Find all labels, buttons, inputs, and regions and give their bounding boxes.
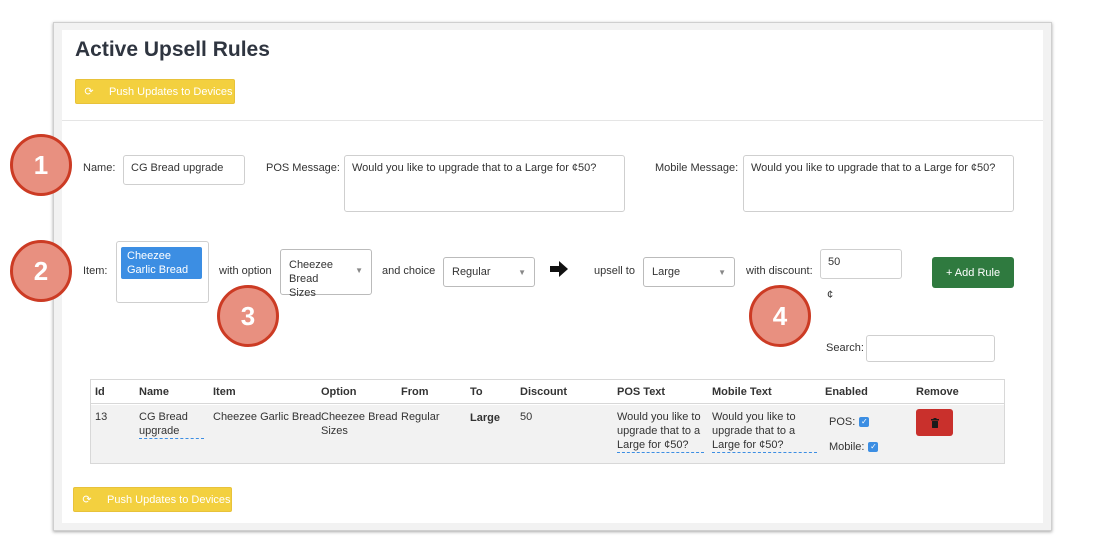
cell-pos-text-editable[interactable]: Would you like to upgrade that to a Larg… xyxy=(617,410,704,453)
cell-mobile-text-editable[interactable]: Would you like to upgrade that to a Larg… xyxy=(712,410,817,453)
col-id-header: Id xyxy=(95,386,105,398)
cell-pos-text-line1: Would you like to xyxy=(617,411,701,423)
callout-2: 2 xyxy=(10,240,72,302)
cell-option: Cheezee Bread Sizes xyxy=(321,410,397,438)
cell-item: Cheezee Garlic Bread xyxy=(213,411,322,423)
push-updates-label: Push Updates to Devices xyxy=(109,85,233,98)
push-updates-button-top[interactable]: ⟳ Push Updates to Devices xyxy=(75,79,235,104)
cell-id: 13 xyxy=(95,411,108,423)
cell-name-editable[interactable]: CG Bread upgrade xyxy=(139,410,204,439)
arrow-right-icon xyxy=(550,261,568,282)
col-discount-header: Discount xyxy=(520,386,568,398)
col-item-header: Item xyxy=(213,386,236,398)
with-option-label: with option xyxy=(219,265,272,277)
chevron-down-icon: ▼ xyxy=(355,266,363,275)
and-choice-label: and choice xyxy=(382,265,436,277)
discount-input[interactable]: 50 xyxy=(820,249,902,279)
mobile-message-label: Mobile Message: xyxy=(655,162,739,174)
col-remove-header: Remove xyxy=(916,386,959,398)
name-input[interactable]: CG Bread upgrade xyxy=(123,155,245,185)
discount-unit: ¢ xyxy=(827,289,834,301)
search-input[interactable] xyxy=(866,335,995,362)
item-chip-line2: Garlic Bread xyxy=(127,264,189,276)
search-label: Search: xyxy=(826,342,864,354)
mobile-message-textarea[interactable]: Would you like to upgrade that to a Larg… xyxy=(743,155,1014,212)
with-discount-label: with discount: xyxy=(746,265,813,277)
enabled-pos: POS: ✓ xyxy=(829,415,870,429)
cell-pos-text-line3: Large for ¢50? xyxy=(617,439,689,451)
col-option-header: Option xyxy=(321,386,357,398)
cell-to: Large xyxy=(470,412,500,424)
option-line1: Cheezee Bread xyxy=(289,259,334,285)
item-label: Item: xyxy=(83,265,108,277)
cell-from: Regular xyxy=(401,411,440,423)
cell-mobile-text-line3: Large for ¢50? xyxy=(712,439,784,451)
col-mobile-text-header: Mobile Text xyxy=(712,386,772,398)
upsell-to-label: upsell to xyxy=(594,265,635,277)
enabled-mobile: Mobile: ✓ xyxy=(829,440,879,454)
option-select-value: Cheezee Bread Sizes xyxy=(289,258,355,300)
refresh-icon: ⟳ xyxy=(84,86,94,98)
cell-name-line2: upgrade xyxy=(139,424,204,439)
option-line2: Sizes xyxy=(289,287,316,299)
chevron-down-icon: ▼ xyxy=(718,267,726,277)
pos-message-label: POS Message: xyxy=(266,162,340,174)
callout-3: 3 xyxy=(217,285,279,347)
push-updates-button-bottom[interactable]: ⟳ Push Updates to Devices xyxy=(73,487,232,512)
choice-select[interactable]: Regular ▼ xyxy=(443,257,535,287)
page-title: Active Upsell Rules xyxy=(75,38,270,61)
upsell-select[interactable]: Large ▼ xyxy=(643,257,735,287)
option-select[interactable]: Cheezee Bread Sizes ▼ xyxy=(280,249,372,299)
name-label: Name: xyxy=(83,162,116,174)
chevron-down-icon: ▼ xyxy=(518,267,526,277)
upsell-select-value: Large xyxy=(652,266,681,278)
divider xyxy=(62,120,1043,121)
cell-mobile-text-line1: Would you like to xyxy=(712,411,796,423)
cell-discount: 50 xyxy=(520,411,533,423)
item-multiselect[interactable]: Cheezee Garlic Bread xyxy=(116,241,209,303)
refresh-icon: ⟳ xyxy=(82,494,92,506)
add-rule-button[interactable]: + Add Rule xyxy=(932,257,1014,288)
enabled-mobile-label: Mobile: xyxy=(829,441,865,453)
col-pos-text-header: POS Text xyxy=(617,386,666,398)
enabled-pos-label: POS: xyxy=(829,416,856,428)
mobile-checkbox[interactable]: ✓ xyxy=(868,442,879,453)
choice-select-value: Regular xyxy=(452,266,491,278)
callout-1: 1 xyxy=(10,134,72,196)
pos-message-textarea[interactable]: Would you like to upgrade that to a Larg… xyxy=(344,155,625,212)
item-chip-line1: Cheezee xyxy=(127,250,172,262)
col-name-header: Name xyxy=(139,386,169,398)
push-updates-label: Push Updates to Devices xyxy=(107,493,231,506)
cell-mobile-text-line2: upgrade that to a xyxy=(712,425,796,437)
col-enabled-header: Enabled xyxy=(825,386,868,398)
pos-checkbox[interactable]: ✓ xyxy=(859,417,870,428)
remove-rule-button[interactable] xyxy=(916,409,953,436)
trash-icon xyxy=(930,417,939,428)
item-chip[interactable]: Cheezee Garlic Bread xyxy=(121,247,202,279)
cell-option-line1: Cheezee Bread xyxy=(321,411,398,423)
cell-option-line2: Sizes xyxy=(321,425,348,437)
col-to-header: To xyxy=(470,386,483,398)
callout-4: 4 xyxy=(749,285,811,347)
cell-pos-text-line2: upgrade that to a xyxy=(617,425,701,437)
cell-name-line1: CG Bread xyxy=(139,411,188,423)
col-from-header: From xyxy=(401,386,429,398)
